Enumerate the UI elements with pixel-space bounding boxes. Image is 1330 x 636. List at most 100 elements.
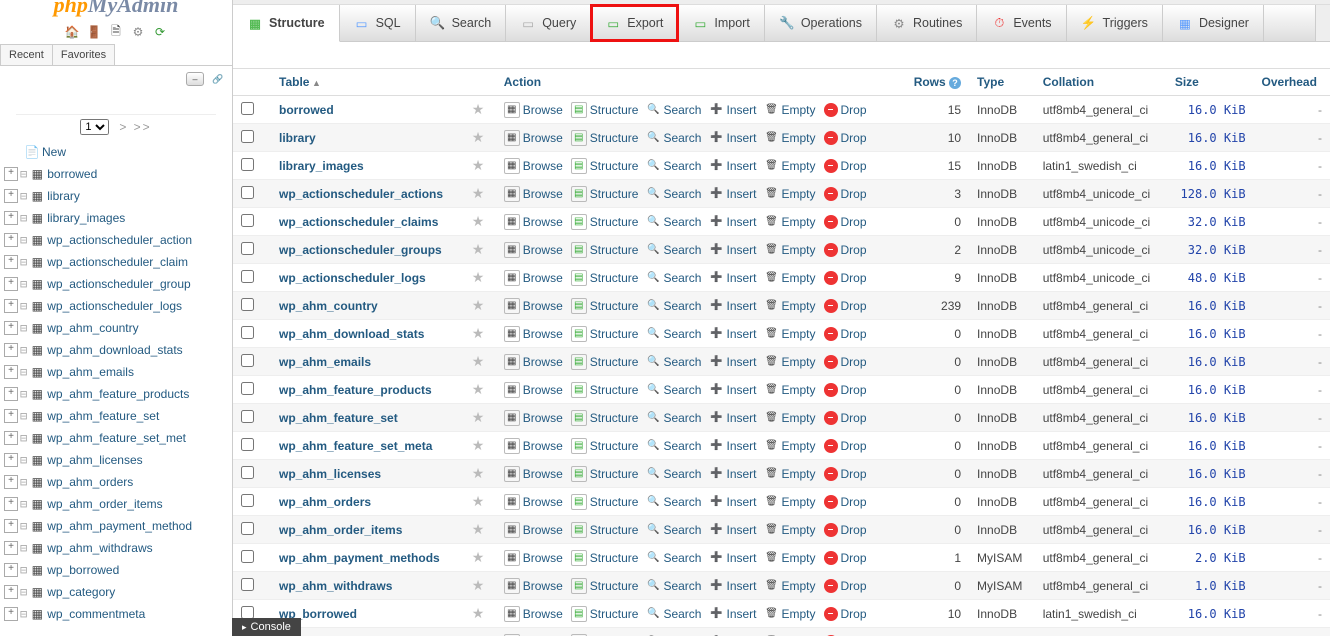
tree-item-label[interactable]: wp_ahm_feature_set_met <box>47 431 186 445</box>
tree-item-label[interactable]: wp_ahm_country <box>47 321 138 335</box>
expand-icon[interactable]: + <box>4 475 18 489</box>
row-checkbox[interactable] <box>241 438 254 451</box>
action-insert[interactable]: ➕Insert <box>709 607 756 621</box>
tree-item-label[interactable]: wp_actionscheduler_logs <box>47 299 182 313</box>
action-insert[interactable]: ➕Insert <box>709 271 756 285</box>
expand-icon[interactable]: + <box>4 299 18 313</box>
table-name-link[interactable]: wp_actionscheduler_claims <box>279 215 438 229</box>
table-name-link[interactable]: wp_actionscheduler_actions <box>279 187 443 201</box>
table-name-link[interactable]: borrowed <box>279 103 334 117</box>
action-browse[interactable]: ▦Browse <box>504 326 563 342</box>
action-structure[interactable]: ▤Structure <box>571 130 639 146</box>
action-search[interactable]: 🔍Search <box>646 327 701 341</box>
sidebar-page-select[interactable]: 1 <box>80 119 109 135</box>
row-checkbox[interactable] <box>241 242 254 255</box>
help-icon[interactable]: ? <box>949 77 961 89</box>
action-browse[interactable]: ▦Browse <box>504 438 563 454</box>
expand-icon[interactable]: + <box>4 189 18 203</box>
action-empty[interactable]: 🗑Empty <box>765 579 816 593</box>
link-icon[interactable]: 🔗 <box>210 73 226 85</box>
sql-icon[interactable]: 🗎 <box>108 24 124 40</box>
favorite-icon[interactable]: ★ <box>472 493 485 509</box>
col-table[interactable]: Table <box>271 69 464 96</box>
table-name-link[interactable]: wp_ahm_feature_set <box>279 411 398 425</box>
action-drop[interactable]: –Drop <box>824 327 867 341</box>
favorite-icon[interactable]: ★ <box>472 101 485 117</box>
action-insert[interactable]: ➕Insert <box>709 215 756 229</box>
action-structure[interactable]: ▤Structure <box>571 186 639 202</box>
action-search[interactable]: 🔍Search <box>646 383 701 397</box>
action-structure[interactable]: ▤Structure <box>571 242 639 258</box>
action-structure[interactable]: ▤Structure <box>571 270 639 286</box>
tree-item-label[interactable]: wp_ahm_order_items <box>47 497 162 511</box>
action-empty[interactable]: 🗑Empty <box>765 355 816 369</box>
action-structure[interactable]: ▤Structure <box>571 214 639 230</box>
col-collation[interactable]: Collation <box>1035 69 1167 96</box>
row-checkbox[interactable] <box>241 214 254 227</box>
action-drop[interactable]: –Drop <box>824 551 867 565</box>
action-browse[interactable]: ▦Browse <box>504 494 563 510</box>
favorite-icon[interactable]: ★ <box>472 297 485 313</box>
tree-item[interactable]: +⊟▦library <box>4 185 232 207</box>
expand-icon[interactable]: + <box>4 365 18 379</box>
row-checkbox[interactable] <box>241 102 254 115</box>
action-drop[interactable]: –Drop <box>824 131 867 145</box>
table-name-link[interactable]: library_images <box>279 159 364 173</box>
expand-icon[interactable]: + <box>4 321 18 335</box>
action-browse[interactable]: ▦Browse <box>504 102 563 118</box>
favorite-icon[interactable]: ★ <box>472 549 485 565</box>
tree-item-label[interactable]: wp_ahm_payment_method <box>47 519 192 533</box>
tree-item-label[interactable]: wp_ahm_feature_products <box>47 387 189 401</box>
action-browse[interactable]: ▦Browse <box>504 354 563 370</box>
expand-icon[interactable]: + <box>4 453 18 467</box>
action-empty[interactable]: 🗑Empty <box>765 467 816 481</box>
action-search[interactable]: 🔍Search <box>646 131 701 145</box>
expand-icon[interactable]: + <box>4 607 18 621</box>
action-browse[interactable]: ▦Browse <box>504 550 563 566</box>
action-structure[interactable]: ▤Structure <box>571 158 639 174</box>
action-search[interactable]: 🔍Search <box>646 579 701 593</box>
expand-icon[interactable]: + <box>4 519 18 533</box>
table-name-link[interactable]: wp_ahm_licenses <box>279 467 381 481</box>
action-browse[interactable]: ▦Browse <box>504 522 563 538</box>
tree-item[interactable]: +⊟▦library_images <box>4 207 232 229</box>
expand-icon[interactable]: + <box>4 343 18 357</box>
expand-icon[interactable]: + <box>4 585 18 599</box>
action-search[interactable]: 🔍Search <box>646 159 701 173</box>
action-search[interactable]: 🔍Search <box>646 355 701 369</box>
tree-item[interactable]: +⊟▦wp_ahm_payment_method <box>4 515 232 537</box>
tree-item-label[interactable]: library_images <box>47 211 125 225</box>
action-browse[interactable]: ▦Browse <box>504 130 563 146</box>
action-structure[interactable]: ▤Structure <box>571 410 639 426</box>
tree-item[interactable]: +⊟▦wp_ahm_emails <box>4 361 232 383</box>
row-checkbox[interactable] <box>241 158 254 171</box>
tab-query[interactable]: ▭Query <box>506 5 591 41</box>
action-browse[interactable]: ▦Browse <box>504 466 563 482</box>
action-structure[interactable]: ▤Structure <box>571 298 639 314</box>
tab-structure[interactable]: ▦Structure <box>233 5 340 42</box>
expand-icon[interactable]: + <box>4 563 18 577</box>
action-drop[interactable]: –Drop <box>824 159 867 173</box>
expand-icon[interactable]: + <box>4 255 18 269</box>
row-checkbox[interactable] <box>241 494 254 507</box>
action-browse[interactable]: ▦Browse <box>504 606 563 622</box>
tree-item[interactable]: +⊟▦wp_actionscheduler_claim <box>4 251 232 273</box>
tree-item[interactable]: +⊟▦wp_ahm_country <box>4 317 232 339</box>
action-drop[interactable]: –Drop <box>824 355 867 369</box>
row-checkbox[interactable] <box>241 606 254 619</box>
tree-item[interactable]: +⊟▦wp_ahm_withdraws <box>4 537 232 559</box>
action-insert[interactable]: ➕Insert <box>709 467 756 481</box>
favorite-icon[interactable]: ★ <box>472 241 485 257</box>
action-empty[interactable]: 🗑Empty <box>765 103 816 117</box>
action-search[interactable]: 🔍Search <box>646 103 701 117</box>
row-checkbox[interactable] <box>241 382 254 395</box>
collapse-icon[interactable]: – <box>186 72 204 86</box>
tree-item[interactable]: +⊟▦wp_ahm_feature_products <box>4 383 232 405</box>
action-empty[interactable]: 🗑Empty <box>765 327 816 341</box>
action-search[interactable]: 🔍Search <box>646 411 701 425</box>
action-empty[interactable]: 🗑Empty <box>765 299 816 313</box>
action-empty[interactable]: 🗑Empty <box>765 495 816 509</box>
expand-icon[interactable]: + <box>4 277 18 291</box>
tree-item[interactable]: +⊟▦wp_commentmeta <box>4 603 232 625</box>
row-checkbox[interactable] <box>241 410 254 423</box>
